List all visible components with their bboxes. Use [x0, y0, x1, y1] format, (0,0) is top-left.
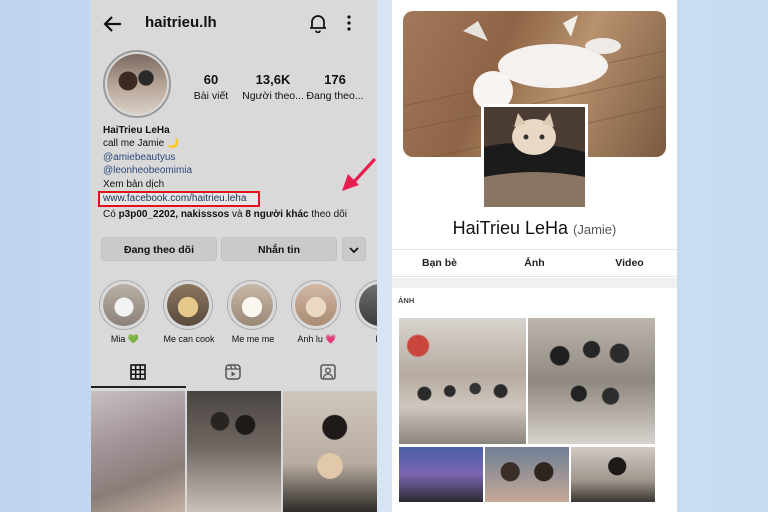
ig-header: haitrieu.lh: [91, 0, 377, 50]
profile-content-tabs: [91, 356, 377, 388]
story-highlight[interactable]: Mia 💚: [99, 280, 151, 345]
pink-heart-icon: 💗: [325, 334, 337, 344]
highlight-cover: [103, 284, 145, 326]
followed-by-suffix: theo dõi: [308, 209, 347, 220]
stat-followers[interactable]: 13,6K Người theo...: [241, 72, 305, 102]
translate-link[interactable]: Xem bản dịch: [103, 178, 373, 191]
followed-by-users: p3p00_2202, nakisssos: [118, 209, 230, 220]
following-button[interactable]: Đang theo dõi: [101, 237, 217, 261]
highlight-cover: [231, 284, 273, 326]
fb-alt-name: (Jamie): [573, 222, 617, 237]
followed-by-text[interactable]: Có p3p00_2202, nakisssos và 8 người khác…: [103, 209, 347, 220]
highlight-ring: [291, 280, 341, 330]
photo-thumbnail[interactable]: [528, 318, 655, 444]
photo-thumbnail[interactable]: [485, 447, 569, 502]
tab-reels[interactable]: [186, 356, 281, 388]
highlight-label: Me me me: [231, 334, 275, 344]
reels-icon: [225, 364, 241, 380]
stat-posts[interactable]: 60 Bài viết: [179, 72, 243, 102]
highlight-cover: [167, 284, 209, 326]
back-arrow-icon[interactable]: [103, 14, 123, 34]
bio-website-link[interactable]: www.facebook.com/haitrieu.leha: [103, 193, 246, 204]
fb-profile-tabs: Bạn bè Ảnh Video: [392, 249, 677, 277]
profile-bio: HaiTrieu LeHa call me Jamie 🌙 @amiebeaut…: [103, 124, 373, 191]
bio-tagline: call me Jamie 🌙: [103, 138, 180, 150]
fb-profile-name: HaiTrieu LeHa (Jamie): [392, 218, 677, 239]
fb-profile-picture[interactable]: [481, 104, 588, 210]
bio-mention[interactable]: @amiebeautyus: [103, 151, 373, 164]
followed-by-prefix: Có: [103, 209, 119, 220]
profile-cat-photo: [484, 107, 585, 207]
story-highlight[interactable]: Me me me: [227, 280, 279, 344]
chevron-down-icon: [349, 247, 359, 254]
message-button[interactable]: Nhắn tin: [221, 237, 337, 261]
stat-following[interactable]: 176 Đang theo...: [303, 72, 367, 102]
bio-mention[interactable]: @leonheobeomimia: [103, 164, 373, 177]
highlight-label-text: Anh lu: [297, 334, 323, 344]
highlight-label: Me can cook: [163, 334, 215, 344]
stat-following-label: Đang theo...: [306, 90, 364, 102]
photo-thumbnail[interactable]: [399, 318, 526, 444]
instagram-profile-screen: haitrieu.lh 60 Bài viết 13,6K Người theo…: [91, 0, 377, 512]
followed-by-others: 8 người khác: [245, 209, 309, 220]
bio-name: HaiTrieu LeHa: [103, 125, 170, 136]
stat-posts-value: 60: [203, 72, 219, 87]
highlight-label: Mia 💚: [99, 334, 151, 345]
photo-thumbnail[interactable]: [571, 447, 655, 502]
annotation-arrow-icon: [342, 158, 376, 191]
followed-by-and: và: [229, 209, 246, 220]
bell-icon[interactable]: [309, 13, 327, 33]
highlight-label-text: Mia: [110, 334, 126, 344]
tab-photos[interactable]: Ảnh: [487, 257, 582, 269]
stat-followers-value: 13,6K: [255, 72, 291, 87]
section-divider: [392, 278, 677, 288]
more-options-icon[interactable]: [345, 13, 353, 33]
highlight-label: Anh lu 💗: [291, 334, 343, 345]
profile-avatar[interactable]: [103, 50, 171, 118]
post-thumbnail[interactable]: [283, 391, 377, 512]
post-thumbnail[interactable]: [187, 391, 281, 512]
green-heart-icon: 💚: [127, 334, 140, 344]
highlight-label: Be: [355, 334, 377, 344]
post-thumbnail[interactable]: [91, 391, 185, 512]
photo-thumbnail[interactable]: [399, 447, 483, 502]
tab-videos[interactable]: Video: [582, 257, 677, 269]
tab-friends[interactable]: Bạn bè: [392, 257, 487, 269]
stat-posts-label: Bài viết: [193, 90, 229, 102]
highlight-cover: [295, 284, 337, 326]
tab-posts-grid[interactable]: [91, 356, 186, 388]
story-highlight[interactable]: Me can cook: [163, 280, 215, 344]
highlight-ring: [355, 280, 377, 330]
highlight-ring: [163, 280, 213, 330]
facebook-profile-screen: HaiTrieu LeHa (Jamie) Bạn bè Ảnh Video Ả…: [392, 0, 677, 512]
avatar-photo: [107, 54, 167, 114]
photos-section-title: ẢNH: [398, 296, 415, 305]
stat-followers-label: Người theo...: [242, 90, 304, 102]
highlight-ring: [99, 280, 149, 330]
highlight-ring: [227, 280, 277, 330]
profile-username: haitrieu.lh: [145, 14, 217, 31]
story-highlight[interactable]: Anh lu 💗: [291, 280, 343, 345]
story-highlight[interactable]: Be: [355, 280, 377, 344]
grid-icon: [130, 364, 146, 380]
suggest-dropdown-button[interactable]: [342, 237, 366, 261]
highlight-cover: [359, 284, 377, 326]
tagged-icon: [320, 364, 336, 380]
fb-name-text: HaiTrieu LeHa: [452, 218, 569, 238]
stat-following-value: 176: [324, 72, 346, 87]
tab-tagged[interactable]: [281, 356, 376, 388]
